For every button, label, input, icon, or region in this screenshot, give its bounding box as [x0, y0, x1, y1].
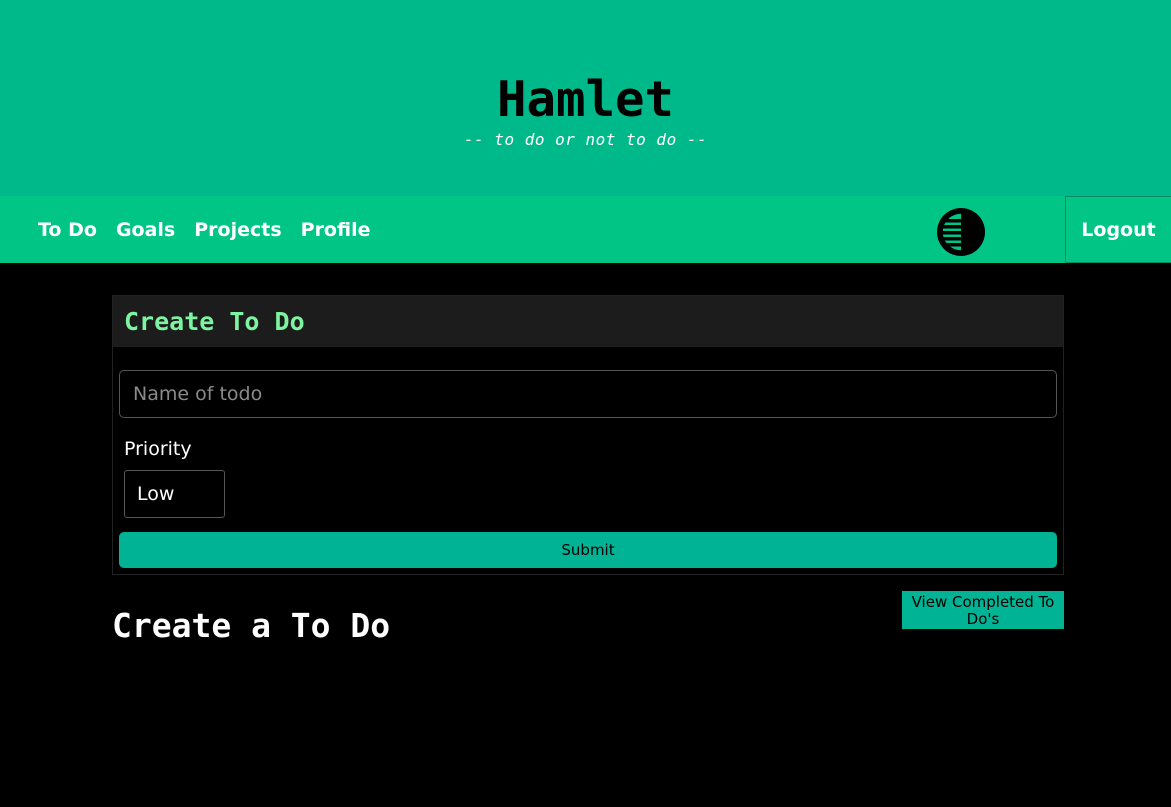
card-title: Create To Do: [124, 307, 305, 336]
create-todo-card: Create To Do Priority Low Submit: [112, 295, 1064, 575]
nav-link-todo[interactable]: To Do: [38, 219, 97, 241]
section-title: Create a To Do: [112, 606, 391, 645]
logout-button[interactable]: Logout: [1065, 196, 1171, 263]
nav-link-profile[interactable]: Profile: [301, 219, 371, 241]
contrast-toggle-icon: [937, 208, 985, 256]
nav-link-projects[interactable]: Projects: [194, 219, 281, 241]
site-title: Hamlet: [496, 71, 674, 128]
nav-links: To Do Goals Projects Profile: [38, 196, 389, 263]
theme-toggle-button[interactable]: [934, 205, 988, 259]
site-tagline: -- to do or not to do --: [463, 130, 708, 149]
view-completed-button[interactable]: View Completed To Do's: [902, 591, 1064, 629]
nav-link-goals[interactable]: Goals: [116, 219, 175, 241]
submit-button[interactable]: Submit: [119, 532, 1057, 568]
card-header: Create To Do: [113, 296, 1063, 347]
priority-select[interactable]: Low: [124, 470, 225, 518]
navbar: To Do Goals Projects Profile: [0, 196, 1171, 263]
todo-name-input[interactable]: [119, 370, 1057, 418]
site-header: Hamlet -- to do or not to do --: [0, 0, 1171, 196]
priority-label: Priority: [124, 438, 192, 460]
